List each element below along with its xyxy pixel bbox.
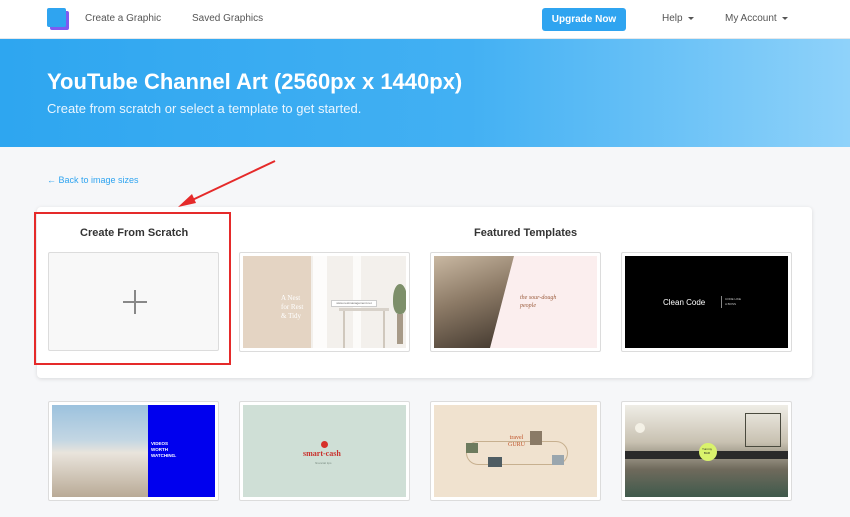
nav-account-label: My Account xyxy=(725,13,777,24)
template-thumbnail: smart-cash financial tips xyxy=(243,405,406,497)
template-subtitle: financial tips xyxy=(315,461,332,465)
back-to-image-sizes-link[interactable]: ← Back to image sizes xyxy=(47,175,139,185)
template-line: travel xyxy=(509,435,524,441)
upgrade-button[interactable]: Upgrade Now xyxy=(542,8,626,31)
template-thumbnail: A Nest for Rest & Tidy www.nestmanagemen… xyxy=(243,256,406,348)
hero-banner: YouTube Channel Art (2560px x 1440px) Cr… xyxy=(0,39,850,147)
apple-icon xyxy=(321,441,328,448)
template-tag: www.nestmanagement.net xyxy=(331,300,377,307)
photo-image xyxy=(552,455,564,465)
template-thumbnail: VIDEOS WORTH WATCHING. xyxy=(52,405,215,497)
template-card-nest[interactable]: A Nest for Rest & Tidy www.nestmanagemen… xyxy=(239,252,410,352)
chevron-down-icon xyxy=(781,16,788,20)
template-thumbnail: travel GURU xyxy=(434,405,597,497)
photo-image xyxy=(530,431,542,445)
template-line: A BOSS xyxy=(725,302,737,306)
chevron-down-icon xyxy=(687,16,694,20)
template-thumbnail: Yummy BAR xyxy=(625,405,788,497)
plant-icon xyxy=(393,284,406,314)
template-line: people xyxy=(520,303,536,309)
photo-image xyxy=(488,457,502,467)
featured-templates-title: Featured Templates xyxy=(474,227,578,239)
template-card-clean-code[interactable]: Clean Code CODE LIKE A BOSS xyxy=(621,252,792,352)
template-title: smart-cash xyxy=(303,449,341,458)
template-title: Clean Code xyxy=(663,298,706,307)
desert-image xyxy=(52,405,148,497)
photo-image xyxy=(466,443,478,453)
template-line: A Nest xyxy=(281,294,301,302)
template-card-videos[interactable]: VIDEOS WORTH WATCHING. xyxy=(48,401,219,501)
nav-help-label: Help xyxy=(662,13,683,24)
nav-help[interactable]: Help xyxy=(662,13,694,24)
template-card-sourdough[interactable]: the sour-dough people xyxy=(430,252,601,352)
bread-image xyxy=(434,256,514,348)
logo-icon[interactable] xyxy=(47,8,69,30)
template-line: BAR xyxy=(703,451,711,455)
template-line: WATCHING. xyxy=(151,453,177,458)
page-subtitle: Create from scratch or select a template… xyxy=(47,101,362,116)
template-thumbnail: Clean Code CODE LIKE A BOSS xyxy=(625,256,788,348)
template-card-smart-cash[interactable]: smart-cash financial tips xyxy=(239,401,410,501)
template-card-travel-guru[interactable]: travel GURU xyxy=(430,401,601,501)
arrow-icon xyxy=(178,160,276,207)
page-title: YouTube Channel Art (2560px x 1440px) xyxy=(47,69,463,94)
template-line: the sour-dough xyxy=(520,295,557,301)
template-line: GURU xyxy=(508,442,526,448)
template-card-yummy-bar[interactable]: Yummy BAR xyxy=(621,401,792,501)
template-line: for Rest xyxy=(281,303,304,311)
top-nav: Create a Graphic Saved Graphics Upgrade … xyxy=(0,0,850,39)
nav-saved-graphics[interactable]: Saved Graphics xyxy=(192,13,263,24)
highlight-box xyxy=(34,212,231,365)
nav-create-graphic[interactable]: Create a Graphic xyxy=(85,13,161,24)
template-thumbnail: the sour-dough people xyxy=(434,256,597,348)
template-line: & Tidy xyxy=(281,312,302,320)
nav-my-account[interactable]: My Account xyxy=(725,13,788,24)
